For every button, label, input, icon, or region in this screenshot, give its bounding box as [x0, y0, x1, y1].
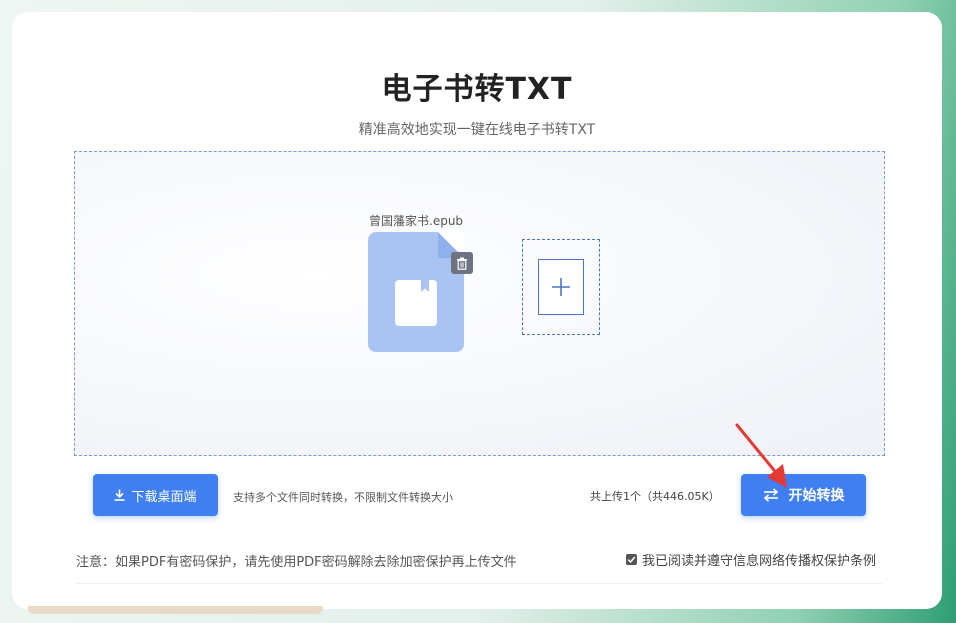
support-info-text: 支持多个文件同时转换，不限制文件转换大小 [233, 491, 453, 504]
download-desktop-label: 下载桌面端 [131, 489, 197, 505]
add-file-inner[interactable] [538, 259, 584, 315]
start-convert-button[interactable]: 开始转换 [741, 474, 866, 516]
footer-divider [76, 583, 882, 584]
plus-icon [552, 278, 570, 296]
download-desktop-button[interactable]: 下载桌面端 [93, 474, 218, 516]
converter-card: 电子书转TXT 精准高效地实现一键在线电子书转TXT 曾国藩家书.epub 下载… [12, 12, 942, 609]
delete-file-button[interactable] [451, 252, 473, 274]
start-convert-label: 开始转换 [788, 488, 845, 504]
swap-arrows-icon [763, 488, 778, 502]
agree-label: 我已阅读并遵守信息网络传播权保护条例 [642, 554, 877, 569]
upload-count-text: 共上传1个（共446.05K） [590, 490, 720, 503]
agree-checkbox[interactable] [626, 554, 637, 565]
book-icon [395, 280, 437, 326]
download-icon [114, 489, 125, 501]
password-note: 注意：如果PDF有密码保护，请先使用PDF密码解除去除加密保护再上传文件 [76, 555, 517, 570]
bottom-edge-decoration [28, 606, 323, 614]
agree-terms[interactable]: 我已阅读并遵守信息网络传播权保护条例 [626, 550, 876, 569]
add-file-button[interactable] [522, 239, 600, 335]
trash-icon [457, 257, 467, 270]
uploaded-file-name: 曾国藩家书.epub [369, 214, 464, 228]
epub-file-icon [368, 232, 464, 352]
checkmark-icon [627, 556, 636, 564]
upload-dropzone[interactable] [74, 151, 885, 456]
page-title: 电子书转TXT [381, 72, 573, 107]
page-subtitle: 精准高效地实现一键在线电子书转TXT [358, 122, 596, 138]
